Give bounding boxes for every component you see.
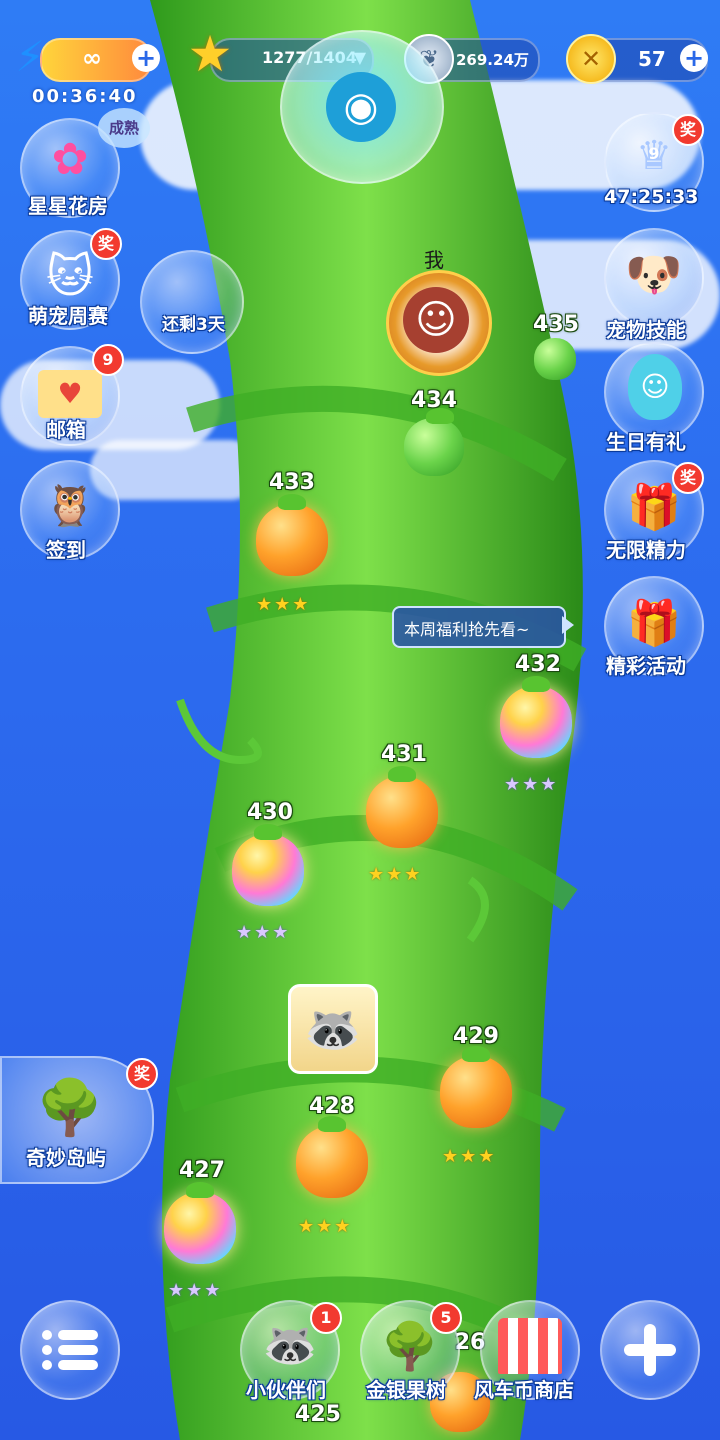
tooltip-text: 本周福利抢先看~ xyxy=(404,620,530,639)
unlimited-energy-label: 无限精力 xyxy=(606,538,686,562)
level-428-node[interactable] xyxy=(296,1116,368,1198)
pet-weekly-badge: 奖 xyxy=(90,228,122,260)
avatar-face-icon: ☺ xyxy=(403,287,469,353)
pet-skill-button[interactable]: 🐶 xyxy=(604,228,704,328)
level-429-stars: ★★★ xyxy=(442,1146,497,1167)
mailbox-label: 邮箱 xyxy=(46,418,86,442)
level-number: 432 xyxy=(515,652,561,677)
level-427-stars: ★★★ xyxy=(168,1280,223,1301)
birthday-label: 生日有礼 xyxy=(606,430,686,454)
lightning-icon: ⚡ xyxy=(15,32,45,81)
level-433-node[interactable] xyxy=(256,494,328,576)
calendar-owl-icon: 🦉 xyxy=(45,483,95,529)
level-430-node[interactable] xyxy=(232,824,304,906)
rank-number: 9 xyxy=(648,144,660,163)
rank-timer: 47:25:33 xyxy=(604,186,699,208)
unlimited-energy-badge: 奖 xyxy=(672,462,704,494)
level-number: 433 xyxy=(269,470,315,495)
level-number: 425 xyxy=(295,1402,341,1427)
island-label: 奇妙岛屿 xyxy=(26,1146,106,1170)
raccoon-icon: 🦝 xyxy=(304,1002,362,1056)
windmill-shop-label: 风车币商店 xyxy=(474,1378,574,1402)
beanstalk xyxy=(150,0,587,1440)
gifts-icon: 🎁 xyxy=(626,598,682,649)
menu-button[interactable] xyxy=(20,1300,120,1400)
coins-value: 269.24万 xyxy=(456,51,529,69)
level-427-node[interactable] xyxy=(164,1182,236,1264)
pet-skill-label: 宠物技能 xyxy=(606,318,686,342)
tree-island-icon: 🌳 xyxy=(36,1076,104,1139)
pet-weekly-label: 萌宠周赛 xyxy=(28,304,108,328)
star-icon: ★ xyxy=(187,25,233,83)
monster-icon: ◉ xyxy=(326,72,396,142)
menu-icon xyxy=(42,1326,98,1374)
flower-house-label: 星星花房 xyxy=(28,194,108,218)
level-430-stars: ★★★ xyxy=(236,922,291,943)
gold-value: 57 xyxy=(638,47,666,71)
level-432-node[interactable] xyxy=(500,676,572,758)
dog-icon: 🐶 xyxy=(625,247,683,301)
flower-icon: ✿ xyxy=(51,134,89,185)
level-431-stars: ★★★ xyxy=(368,864,423,885)
monster-event-bubble[interactable]: ◉ xyxy=(280,30,444,184)
mailbox-badge: 9 xyxy=(92,344,124,376)
gold-plus-button[interactable]: + xyxy=(680,44,708,72)
level-429-node[interactable] xyxy=(440,1046,512,1128)
balloon-icon: ☺ xyxy=(628,354,682,420)
countdown-event-bubble[interactable]: 还剩3天 xyxy=(140,250,244,354)
level-435-node[interactable] xyxy=(534,338,576,380)
level-number: 430 xyxy=(247,800,293,825)
level-434-node[interactable] xyxy=(404,408,464,476)
level-432-stars: ★★★ xyxy=(504,774,559,795)
player-label: 我 xyxy=(424,248,444,272)
friends-badge: 1 xyxy=(310,1302,342,1334)
weekly-welfare-tooltip[interactable]: 本周福利抢先看~ xyxy=(392,606,566,648)
envelope-icon: ♥ xyxy=(38,370,102,418)
checkin-label: 签到 xyxy=(46,538,86,562)
money-tree-label: 金银果树 xyxy=(366,1378,446,1402)
island-badge: 奖 xyxy=(126,1058,158,1090)
friends-label: 小伙伴们 xyxy=(246,1378,326,1402)
level-number: 431 xyxy=(381,742,427,767)
level-428-stars: ★★★ xyxy=(298,1216,353,1237)
flower-house-badge: 成熟 xyxy=(98,108,150,148)
energy-plus-button[interactable]: + xyxy=(132,44,160,72)
level-431-node[interactable] xyxy=(366,766,438,848)
player-avatar[interactable]: ☺ xyxy=(386,270,492,376)
level-433-stars: ★★★ xyxy=(256,594,311,615)
countdown-event-label: 还剩3天 xyxy=(162,315,225,335)
shop-icon xyxy=(498,1318,562,1374)
gold-coin-icon: ✕ xyxy=(566,34,616,84)
tooltip-tail xyxy=(562,616,574,634)
events-label: 精彩活动 xyxy=(606,654,686,678)
level-number: 427 xyxy=(179,1158,225,1183)
money-tree-badge: 5 xyxy=(430,1302,462,1334)
energy-timer: 00:36:40 xyxy=(32,86,138,107)
level-number: 435 xyxy=(533,312,579,337)
rank-badge: 奖 xyxy=(672,114,704,146)
raccoon-pet-marker[interactable]: 🦝 xyxy=(288,984,378,1074)
plus-icon xyxy=(624,1324,676,1376)
energy-value: ∞ xyxy=(82,44,102,72)
add-button[interactable] xyxy=(600,1300,700,1400)
